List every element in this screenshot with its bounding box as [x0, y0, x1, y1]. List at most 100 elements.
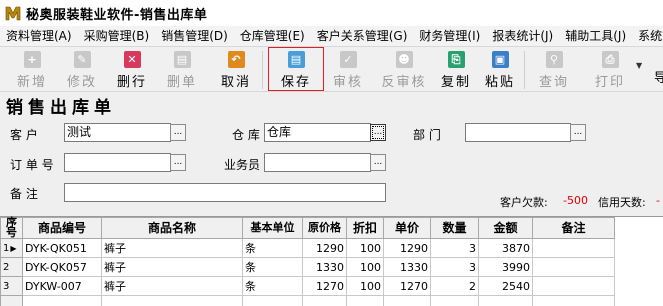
remark-cell[interactable] — [532, 238, 615, 258]
department-picker-button[interactable]: ... — [570, 124, 586, 141]
menu-item-tools[interactable]: 辅助工具(J) — [559, 26, 632, 46]
amount-cell[interactable]: 3870 — [478, 238, 533, 258]
edit-button[interactable]: ✎ 修改 — [58, 49, 106, 91]
amount-cell[interactable]: 2540 — [478, 276, 533, 296]
remark-cell[interactable] — [532, 295, 615, 306]
discount-cell[interactable]: 100 — [346, 276, 384, 296]
delete-row-icon: ✕ — [123, 51, 141, 68]
price-cell[interactable]: 1330 — [383, 257, 431, 277]
order-picker-button[interactable]: ... — [170, 154, 186, 171]
menu-item-data[interactable]: 资料管理(A) — [0, 26, 78, 46]
col-header-code[interactable]: 商品编号 — [22, 217, 102, 239]
copy-icon: ⎘ — [447, 51, 465, 68]
col-header-no[interactable]: 序号 — [0, 217, 23, 239]
remark-cell[interactable] — [532, 257, 615, 277]
name-cell[interactable]: 裤子 — [101, 238, 243, 258]
items-table: 序号 商品编号 商品名称 基本单位 原价格 折扣 单价 数量 金额 备注 1▶ … — [0, 217, 615, 306]
amount-cell[interactable] — [478, 295, 533, 306]
price-cell[interactable]: 1290 — [383, 238, 431, 258]
menu-item-finance[interactable]: 财务管理(I) — [413, 26, 486, 46]
delete-doc-button[interactable]: ▤ 删单 — [158, 49, 206, 91]
table-row[interactable]: 3 DYKW-007 裤子 条 1270 100 1270 2 2540 — [0, 276, 615, 296]
page-title: 销售出库单 — [6, 98, 116, 118]
menu-item-system[interactable]: 系统管理 — [632, 26, 663, 46]
warehouse-field[interactable]: 仓库 — [264, 123, 371, 142]
customer-field[interactable]: 测试 — [64, 123, 171, 142]
col-header-amount[interactable]: 金额 — [478, 217, 533, 239]
amount-cell[interactable]: 3990 — [478, 257, 533, 277]
qty-cell[interactable]: 3 — [430, 238, 479, 258]
department-field[interactable] — [465, 123, 571, 142]
discount-cell[interactable] — [346, 295, 384, 306]
order-number-label: 订 单 号 — [10, 158, 54, 172]
col-header-name[interactable]: 商品名称 — [101, 217, 243, 239]
new-button[interactable]: + 新增 — [8, 49, 56, 91]
orig-price-cell[interactable] — [302, 295, 347, 306]
unaudit-button[interactable]: ☻ 反审核 — [380, 49, 428, 91]
paste-icon: ▣ — [491, 51, 509, 68]
salesman-picker-button[interactable]: ... — [370, 154, 386, 171]
qty-cell[interactable]: 3 — [430, 257, 479, 277]
remark-cell[interactable] — [532, 276, 615, 296]
warehouse-label: 仓 库 — [232, 128, 260, 142]
unit-cell[interactable]: 条 — [242, 276, 303, 296]
col-header-discount[interactable]: 折扣 — [346, 217, 384, 239]
orig-price-cell[interactable]: 1270 — [302, 276, 347, 296]
price-cell[interactable] — [383, 295, 431, 306]
menu-bar: 资料管理(A) 采购管理(B) 销售管理(D) 仓库管理(E) 客户关系管理(G… — [0, 26, 663, 46]
cancel-button[interactable]: ↶ 取消 — [212, 49, 260, 91]
plus-icon: + — [23, 51, 41, 68]
discount-cell[interactable]: 100 — [346, 238, 384, 258]
cancel-button-label: 取消 — [220, 75, 251, 90]
name-cell[interactable]: 裤子 — [101, 257, 243, 277]
name-cell[interactable]: 裤子 — [101, 276, 243, 296]
row-number: 1 — [3, 242, 10, 254]
undo-icon: ↶ — [227, 51, 245, 68]
print-button[interactable]: ⎙ 打印 — [586, 49, 634, 91]
magnifier-icon: ⚲ — [545, 51, 563, 68]
code-cell[interactable]: DYK-QK057 — [22, 257, 102, 277]
order-number-field[interactable] — [64, 153, 171, 172]
query-button[interactable]: ⚲ 查询 — [530, 49, 578, 91]
menu-item-purchase[interactable]: 采购管理(B) — [78, 26, 156, 46]
table-row[interactable] — [0, 295, 615, 306]
unit-cell[interactable]: 条 — [242, 238, 303, 258]
export-button[interactable]: 导 — [654, 67, 663, 86]
qty-cell[interactable] — [430, 295, 479, 306]
code-cell[interactable] — [22, 295, 102, 306]
name-cell[interactable] — [101, 295, 243, 306]
menu-item-crm[interactable]: 客户关系管理(G) — [311, 26, 414, 46]
discount-cell[interactable]: 100 — [346, 257, 384, 277]
col-header-unit[interactable]: 基本单位 — [242, 217, 303, 239]
price-cell[interactable]: 1270 — [383, 276, 431, 296]
col-header-remark[interactable]: 备注 — [532, 217, 615, 239]
menu-item-sales[interactable]: 销售管理(D) — [155, 26, 234, 46]
items-grid: 序号 商品编号 商品名称 基本单位 原价格 折扣 单价 数量 金额 备注 1▶ … — [0, 216, 663, 306]
customer-picker-button[interactable]: ... — [170, 124, 186, 141]
copy-button[interactable]: ⎘ 复制 — [432, 49, 480, 91]
table-row[interactable]: 1▶ DYK-QK051 裤子 条 1290 100 1290 3 3870 — [0, 238, 615, 258]
warehouse-picker-button[interactable]: ... — [370, 124, 386, 141]
salesman-field[interactable] — [264, 153, 371, 172]
menu-item-reports[interactable]: 报表统计(J) — [486, 26, 559, 46]
edit-button-label: 修改 — [66, 75, 97, 90]
table-row[interactable]: 2 DYK-QK057 裤子 条 1330 100 1330 3 3990 — [0, 257, 615, 277]
code-cell[interactable]: DYKW-007 — [22, 276, 102, 296]
qty-cell[interactable]: 2 — [430, 276, 479, 296]
col-header-price[interactable]: 单价 — [383, 217, 431, 239]
orig-price-cell[interactable]: 1330 — [302, 257, 347, 277]
dropdown-arrow-icon[interactable]: ▼ — [636, 61, 642, 70]
unit-cell[interactable] — [242, 295, 303, 306]
unit-cell[interactable]: 条 — [242, 257, 303, 277]
delete-row-button[interactable]: ✕ 删行 — [108, 49, 156, 91]
paste-button[interactable]: ▣ 粘贴 — [476, 49, 524, 91]
audit-button[interactable]: ✓ 审核 — [324, 49, 372, 91]
orig-price-cell[interactable]: 1290 — [302, 238, 347, 258]
col-header-qty[interactable]: 数量 — [430, 217, 479, 239]
remark-field[interactable] — [64, 183, 386, 202]
customer-label: 客 户 — [10, 128, 38, 142]
menu-item-warehouse[interactable]: 仓库管理(E) — [234, 26, 311, 46]
col-header-orig-price[interactable]: 原价格 — [302, 217, 347, 239]
code-cell[interactable]: DYK-QK051 — [22, 238, 102, 258]
app-logo-icon — [4, 4, 22, 22]
